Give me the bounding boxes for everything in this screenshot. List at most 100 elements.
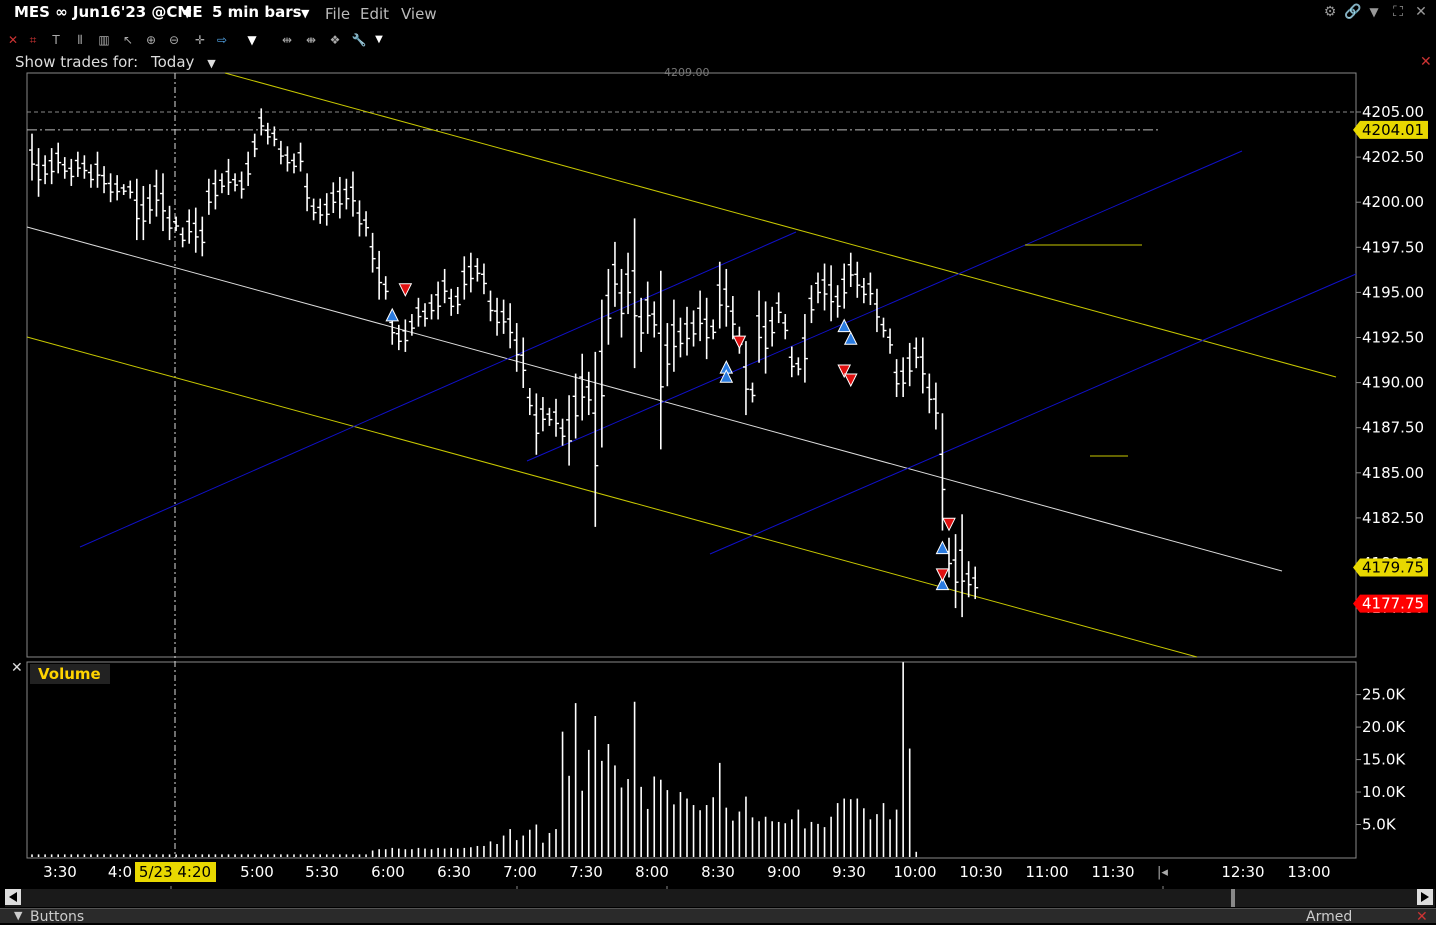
price-bar bbox=[284, 146, 291, 172]
volume-tick-label: 5.0K bbox=[1362, 816, 1397, 834]
price-bar bbox=[913, 337, 920, 369]
chevron-down-icon[interactable]: ▼ bbox=[1366, 4, 1382, 20]
price-bar bbox=[867, 272, 874, 306]
price-bar bbox=[906, 342, 913, 387]
volume-bars-icon[interactable]: ▥ bbox=[96, 32, 112, 48]
price-tick-label: 4190.00 bbox=[1362, 374, 1424, 392]
price-bar bbox=[140, 185, 147, 241]
maximize-icon[interactable]: ⛶ bbox=[1390, 4, 1406, 20]
gear-icon[interactable]: ⚙ bbox=[1322, 4, 1338, 20]
text-tool-icon[interactable]: T bbox=[48, 32, 64, 48]
sell-marker bbox=[732, 335, 747, 350]
price-bar bbox=[782, 314, 789, 340]
price-bar bbox=[801, 314, 808, 383]
trade-markers bbox=[385, 283, 956, 591]
pointer-icon[interactable]: ↖ bbox=[120, 32, 136, 48]
price-bar bbox=[186, 209, 193, 244]
lower-yellow-channel bbox=[26, 336, 1198, 658]
sell-marker bbox=[942, 517, 956, 532]
time-tick-label: 10:30 bbox=[959, 863, 1002, 881]
wrench-icon[interactable]: 🔧 bbox=[351, 32, 367, 48]
price-bar bbox=[887, 328, 894, 354]
price-bar bbox=[605, 268, 612, 345]
price-bar bbox=[264, 122, 271, 145]
price-bar bbox=[775, 292, 782, 324]
close-window-icon[interactable]: ✕ bbox=[1413, 4, 1429, 20]
link-icon[interactable]: 🔗 bbox=[1344, 4, 1361, 20]
crosshair-time-tag: 5/23 4:20 bbox=[135, 862, 216, 882]
price-bar bbox=[173, 216, 180, 232]
time-tick-label: 8:00 bbox=[635, 863, 669, 881]
buy-marker bbox=[385, 307, 400, 322]
price-bar bbox=[860, 277, 867, 304]
line-tool-icon[interactable]: ⇨ bbox=[214, 32, 230, 48]
symbol-dropdown-icon[interactable]: ▼ bbox=[183, 7, 191, 20]
price-bar bbox=[756, 290, 763, 363]
price-bar bbox=[710, 319, 717, 340]
price-bar bbox=[932, 382, 939, 430]
price-bar bbox=[251, 133, 258, 158]
menu-file[interactable]: File bbox=[325, 5, 350, 23]
price-bar bbox=[900, 357, 907, 398]
price-bar bbox=[795, 357, 802, 376]
price-bar bbox=[677, 317, 684, 358]
price-bar bbox=[297, 142, 304, 172]
bar-type-icon[interactable]: ⫴ bbox=[72, 32, 88, 48]
symbol-selector[interactable]: MES ∞ Jun16'23 @CME bbox=[14, 3, 203, 21]
price-bar bbox=[880, 317, 887, 338]
close-buttons-icon[interactable]: ✕ bbox=[1416, 909, 1428, 925]
armed-label[interactable]: Armed bbox=[1306, 909, 1352, 925]
crosshair-grid-icon[interactable]: ⌗ bbox=[25, 32, 41, 48]
price-tick-label: 4192.50 bbox=[1362, 329, 1424, 347]
price-bar bbox=[330, 182, 337, 214]
interval-selector[interactable]: 5 min bars bbox=[212, 3, 302, 21]
interval-dropdown-icon[interactable]: ▼ bbox=[301, 7, 309, 20]
zoom-in-icon[interactable]: ⊕ bbox=[143, 32, 159, 48]
price-bar bbox=[788, 346, 795, 378]
price-bar bbox=[277, 140, 284, 165]
time-tick-label: 13:00 bbox=[1287, 863, 1330, 881]
price-bar bbox=[494, 297, 501, 336]
split-left-icon[interactable]: ⇹ bbox=[279, 32, 295, 48]
crosshair-icon[interactable]: ✛ bbox=[192, 32, 208, 48]
close-volume-icon[interactable]: ✕ bbox=[11, 660, 23, 676]
time-tick-label: 7:30 bbox=[569, 863, 603, 881]
price-bar bbox=[808, 285, 815, 324]
menu-edit[interactable]: Edit bbox=[360, 5, 389, 23]
price-bar bbox=[225, 158, 232, 195]
scroll-right-button[interactable] bbox=[1417, 889, 1433, 905]
time-tick-label: 9:30 bbox=[832, 863, 866, 881]
buttons-label[interactable]: Buttons bbox=[30, 909, 84, 925]
price-bar bbox=[841, 263, 848, 309]
zoom-out-icon[interactable]: ⊖ bbox=[166, 32, 182, 48]
price-chart[interactable]: 4205.00 4202.50 4200.00 4197.50 4195.00 4192.… bbox=[0, 60, 1436, 890]
price-bar bbox=[828, 265, 835, 322]
delete-drawing-icon[interactable]: ✕ bbox=[5, 32, 21, 48]
price-bar bbox=[317, 198, 324, 224]
price-bar bbox=[205, 178, 212, 215]
price-bar bbox=[684, 306, 690, 356]
price-bar bbox=[585, 371, 592, 416]
wrench-dropdown-icon[interactable]: ▼ bbox=[371, 32, 387, 48]
blue-channel-1 bbox=[79, 231, 797, 548]
time-scrollbar[interactable] bbox=[5, 889, 1435, 907]
split-right-icon[interactable]: ⇼ bbox=[303, 32, 319, 48]
indicator-icon[interactable]: ❖ bbox=[327, 32, 343, 48]
time-tick-label: 11:00 bbox=[1025, 863, 1068, 881]
scroll-thumb[interactable] bbox=[1231, 889, 1235, 907]
price-bar bbox=[120, 184, 127, 195]
price-bar bbox=[579, 353, 586, 421]
price-tick-label: 4200.00 bbox=[1362, 193, 1424, 211]
menu-view[interactable]: View bbox=[401, 5, 437, 23]
price-bar bbox=[539, 397, 546, 432]
price-bar bbox=[762, 301, 769, 374]
price-bar bbox=[690, 310, 697, 347]
filter-icon[interactable]: ▼ bbox=[244, 32, 260, 48]
price-bar bbox=[363, 211, 370, 237]
price-bar bbox=[382, 276, 389, 300]
time-tick-label: 3:30 bbox=[43, 863, 77, 881]
scroll-left-button[interactable] bbox=[5, 889, 21, 905]
expand-buttons-icon[interactable]: ▼ bbox=[14, 909, 22, 922]
price-bar bbox=[192, 207, 199, 253]
price-bars bbox=[29, 108, 979, 618]
